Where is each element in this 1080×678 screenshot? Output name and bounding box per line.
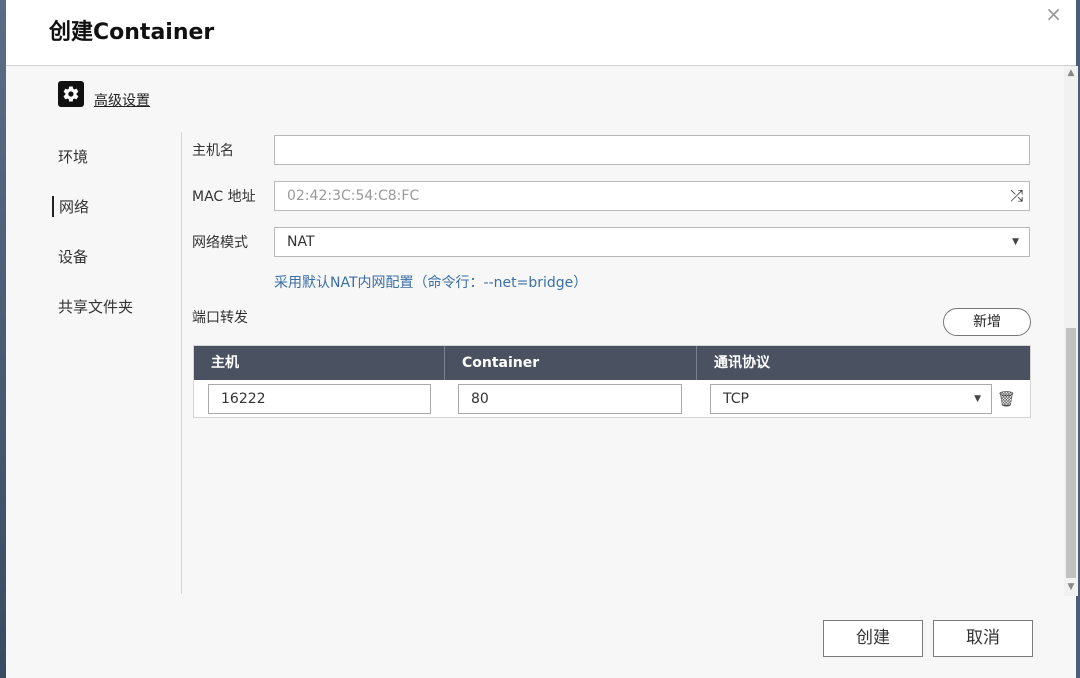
create-button[interactable]: 创建 [823, 620, 923, 657]
advanced-settings-row: 高级设置 [58, 78, 150, 110]
container-port-input[interactable]: 80 [458, 384, 682, 414]
network-mode-label: 网络模式 [192, 232, 248, 252]
network-mode-value: NAT [287, 234, 315, 250]
port-forward-table: 主机 Container 通讯协议 16222 80 TCP ▼ 🗑 [193, 345, 1031, 418]
port-forward-label: 端口转发 [192, 307, 248, 327]
table-header: 主机 Container 通讯协议 [194, 346, 1030, 380]
trash-icon[interactable]: 🗑 [997, 390, 1016, 408]
mac-address-placeholder: 02:42:3C:54:C8:FC [287, 188, 419, 204]
sidebar-item-network[interactable]: 网络 [52, 196, 89, 217]
scroll-up-arrow-icon[interactable]: ▲ [1064, 66, 1078, 80]
close-icon[interactable]: × [1045, 2, 1062, 26]
sidebar-divider [181, 132, 182, 594]
hostname-label: 主机名 [192, 140, 234, 160]
gear-icon [58, 81, 84, 107]
cancel-button[interactable]: 取消 [933, 620, 1033, 657]
shuffle-icon[interactable]: ⤮ [1010, 182, 1023, 210]
dialog-header: 创建Container × [6, 0, 1076, 66]
sidebar-item-shared-folders[interactable]: 共享文件夹 [58, 296, 133, 317]
mac-address-label: MAC 地址 [192, 186, 256, 206]
column-header-host: 主机 [194, 346, 444, 380]
mac-address-input[interactable]: 02:42:3C:54:C8:FC ⤮ [274, 181, 1030, 211]
protocol-select[interactable]: TCP ▼ [710, 384, 992, 414]
protocol-value: TCP [723, 391, 749, 407]
add-port-button[interactable]: 新增 [943, 308, 1031, 336]
scroll-down-arrow-icon[interactable]: ▼ [1064, 580, 1078, 594]
create-container-dialog: 创建Container × 高级设置 环境 网络 设备 共享文件夹 主机名 MA… [6, 0, 1076, 678]
chevron-down-icon: ▼ [1012, 228, 1019, 256]
network-mode-select[interactable]: NAT ▼ [274, 227, 1030, 257]
column-header-protocol: 通讯协议 [697, 346, 1030, 380]
advanced-settings-link[interactable]: 高级设置 [94, 90, 150, 110]
column-header-container: Container [445, 346, 696, 380]
chevron-down-icon: ▼ [974, 385, 981, 413]
dialog-title: 创建Container [49, 14, 214, 46]
scrollbar-thumb[interactable] [1066, 328, 1076, 578]
scrollbar[interactable]: ▲ ▼ [1064, 66, 1078, 596]
hostname-input[interactable] [274, 135, 1030, 165]
sidebar-item-devices[interactable]: 设备 [58, 246, 88, 267]
network-mode-hint: 采用默认NAT内网配置（命令行：--net=bridge） [274, 272, 587, 292]
host-port-input[interactable]: 16222 [208, 384, 431, 414]
sidebar-item-environment[interactable]: 环境 [58, 146, 88, 167]
